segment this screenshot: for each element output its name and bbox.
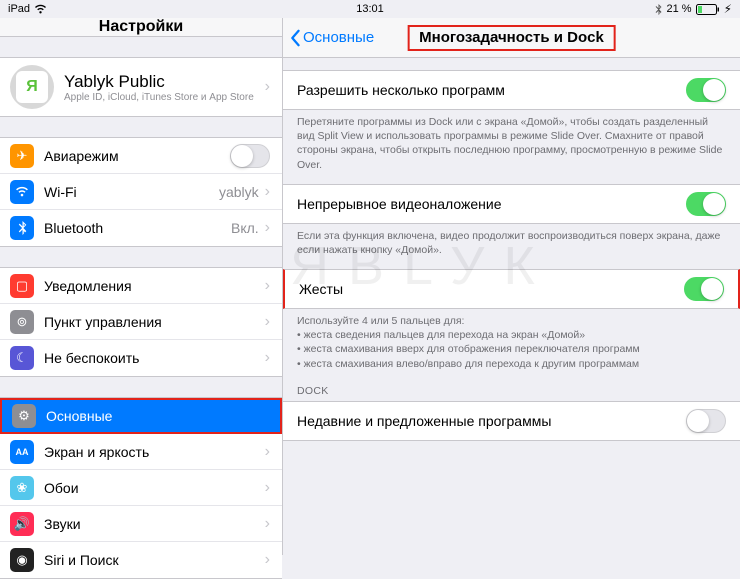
row-allow-multiple[interactable]: Разрешить несколько программ (283, 71, 740, 109)
detail-pane: Основные Многозадачность и Dock Разрешит… (283, 18, 740, 555)
wallpaper-icon: ❀ (10, 476, 34, 500)
chevron-right-icon: › (265, 443, 270, 461)
battery-icon (696, 4, 720, 15)
sounds-icon: 🔊 (10, 512, 34, 536)
wifi-icon (34, 4, 47, 14)
detail-title: Многозадачность и Dock (419, 29, 604, 46)
pip-toggle[interactable] (686, 192, 726, 216)
row-recent[interactable]: Недавние и предложенные программы (283, 402, 740, 440)
chevron-right-icon: › (265, 515, 270, 533)
chevron-right-icon: › (265, 78, 270, 96)
siri-icon: ◉ (10, 548, 34, 572)
chevron-right-icon: › (265, 277, 270, 295)
status-bar: iPad 13:01 21 % ⚡︎ (0, 0, 740, 18)
battery-label: 21 % (666, 3, 691, 15)
sidebar-item-wifi[interactable]: Wi-Fi yablyk › (0, 174, 282, 210)
gestures-footer: Используйте 4 или 5 пальцев для: жеста с… (283, 309, 740, 371)
clock: 13:01 (356, 3, 384, 15)
notifications-icon: ▢ (10, 274, 34, 298)
account-name: Yablyk Public (64, 72, 265, 92)
sidebar-item-display[interactable]: AA Экран и яркость › (0, 434, 282, 470)
row-pip[interactable]: Непрерывное видеоналожение (283, 185, 740, 223)
sidebar-item-airplane[interactable]: ✈︎ Авиарежим (0, 138, 282, 174)
recent-toggle[interactable] (686, 409, 726, 433)
charging-icon: ⚡︎ (724, 2, 732, 16)
highlight-gestures: Жесты (283, 269, 740, 309)
allow-multiple-toggle[interactable] (686, 78, 726, 102)
airplane-toggle[interactable] (230, 144, 270, 168)
gear-icon: ⚙︎ (12, 404, 36, 428)
sidebar-header: Настройки (0, 18, 282, 37)
row-gestures[interactable]: Жесты (285, 270, 738, 308)
sidebar-item-account[interactable]: Я Yablyk Public Apple ID, iCloud, iTunes… (0, 58, 282, 116)
chevron-right-icon: › (265, 551, 270, 569)
display-icon: AA (10, 440, 34, 464)
chevron-right-icon: › (265, 313, 270, 331)
chevron-left-icon (289, 29, 301, 47)
sidebar-item-wallpaper[interactable]: ❀ Обои › (0, 470, 282, 506)
chevron-right-icon: › (265, 479, 270, 497)
control-center-icon: ⊚ (10, 310, 34, 334)
pip-footer: Если эта функция включена, видео продолж… (283, 224, 740, 257)
wifi-settings-icon (10, 180, 34, 204)
sidebar-item-sounds[interactable]: 🔊 Звуки › (0, 506, 282, 542)
sidebar-item-siri[interactable]: ◉ Siri и Поиск › (0, 542, 282, 578)
back-button[interactable]: Основные (283, 29, 374, 47)
device-label: iPad (8, 3, 30, 15)
bluetooth-settings-icon (10, 216, 34, 240)
dock-section-header: DOCK (283, 371, 740, 401)
bluetooth-icon (655, 4, 662, 15)
avatar: Я (10, 65, 54, 109)
sidebar-item-general[interactable]: ⚙︎ Основные (0, 398, 282, 434)
sidebar-item-notifications[interactable]: ▢ Уведомления › (0, 268, 282, 304)
gestures-toggle[interactable] (684, 277, 724, 301)
chevron-right-icon: › (265, 349, 270, 367)
account-sub: Apple ID, iCloud, iTunes Store и App Sto… (64, 92, 265, 103)
dnd-icon: ☾ (10, 346, 34, 370)
sidebar-item-control-center[interactable]: ⊚ Пункт управления › (0, 304, 282, 340)
highlight-title: Многозадачность и Dock (407, 25, 616, 51)
sidebar-title: Настройки (99, 18, 183, 36)
detail-header: Основные Многозадачность и Dock (283, 18, 740, 58)
sidebar: Настройки Я Yablyk Public Apple ID, iClo… (0, 18, 283, 555)
sidebar-item-bluetooth[interactable]: Bluetooth Вкл. › (0, 210, 282, 246)
sidebar-item-dnd[interactable]: ☾ Не беспокоить › (0, 340, 282, 376)
chevron-right-icon: › (265, 183, 270, 201)
airplane-icon: ✈︎ (10, 144, 34, 168)
chevron-right-icon: › (265, 219, 270, 237)
allow-multiple-footer: Перетяните программы из Dock или с экран… (283, 110, 740, 172)
